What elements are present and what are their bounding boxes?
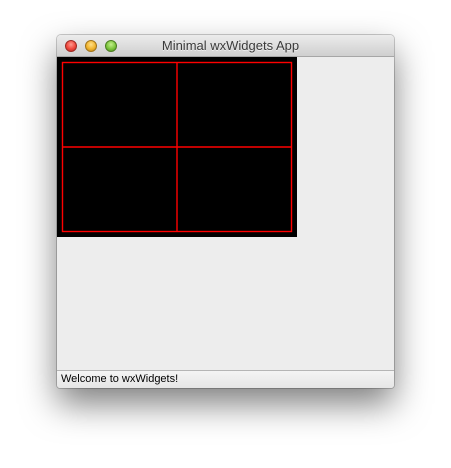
drawing-canvas[interactable] bbox=[57, 57, 297, 237]
status-bar: Welcome to wxWidgets! bbox=[57, 370, 394, 388]
status-text: Welcome to wxWidgets! bbox=[61, 373, 179, 385]
window-title: Minimal wxWidgets App bbox=[161, 38, 300, 53]
grid-drawing bbox=[61, 61, 293, 233]
app-window: Minimal wxWidgets App Welcome to wxWidge… bbox=[57, 35, 394, 388]
title-bar[interactable]: Minimal wxWidgets App bbox=[57, 35, 394, 57]
